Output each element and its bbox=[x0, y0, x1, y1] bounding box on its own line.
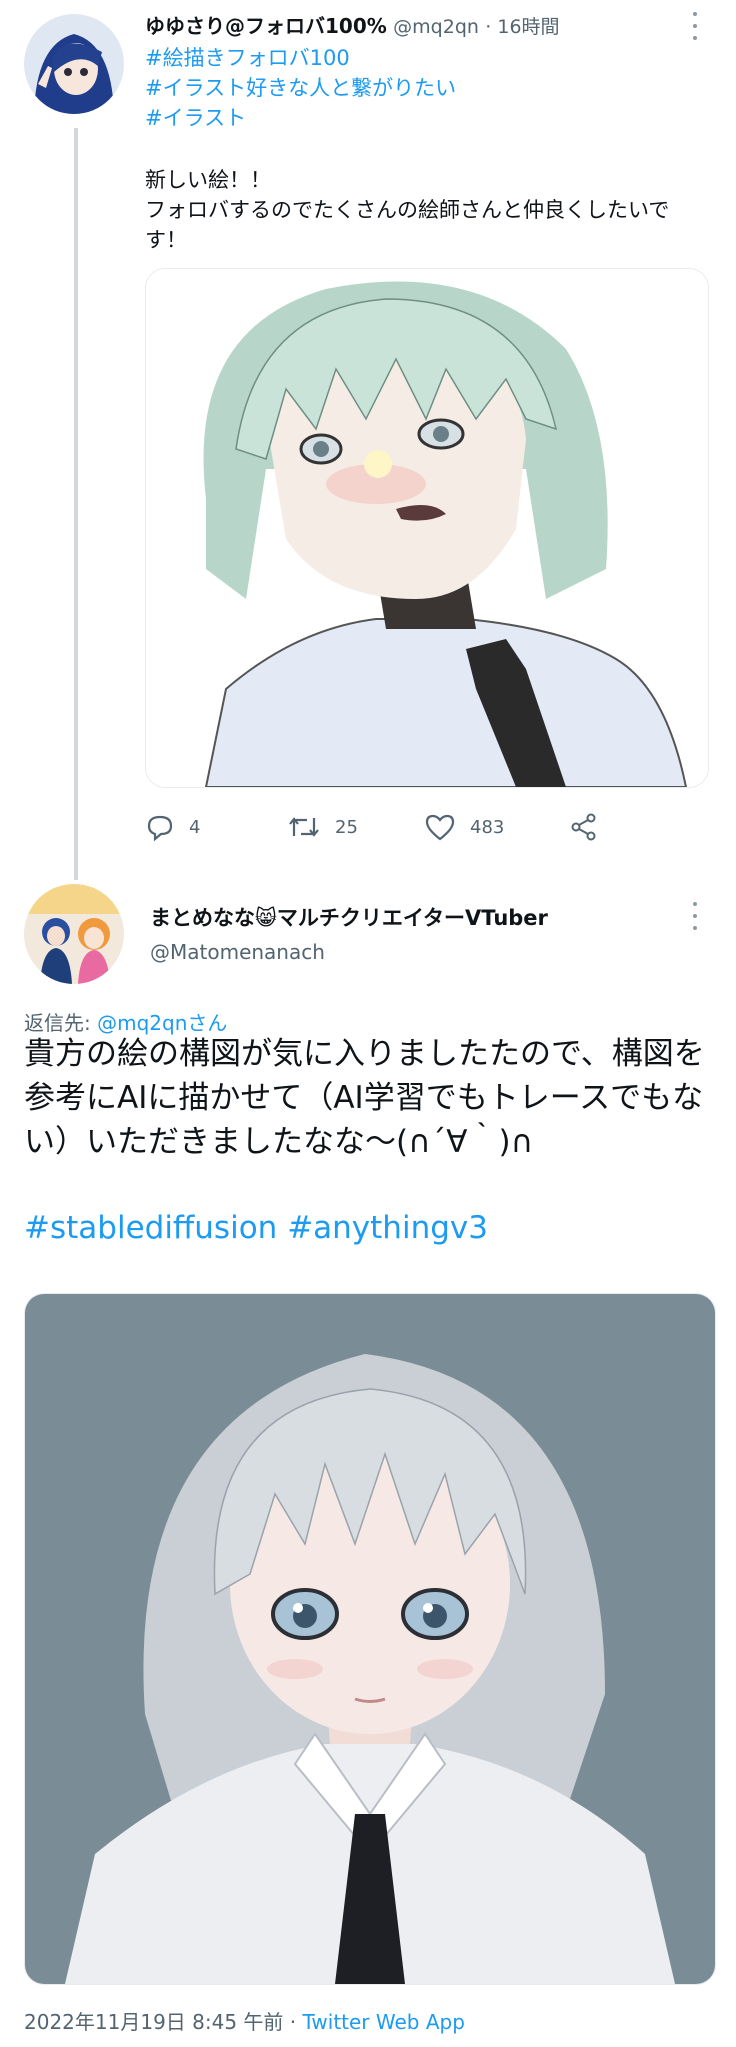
tweet1-illustration[interactable] bbox=[145, 268, 709, 788]
tweet2-display-name[interactable]: まとめなな😸マルチクリエイターVTuber bbox=[150, 902, 548, 932]
hashtag-link[interactable]: #イラスト好きな人と繋がりたい bbox=[145, 73, 456, 103]
reply-icon bbox=[147, 815, 173, 842]
tweet2-timestamp[interactable]: 2022年11月19日 8:45 午前 · bbox=[24, 2010, 303, 2034]
tweet1-display-name[interactable]: ゆゆさり@フォロバ100% bbox=[145, 14, 387, 38]
thread-connector-line bbox=[74, 128, 78, 880]
tweet1-action-bar: 4 25 483 bbox=[145, 812, 705, 848]
tweet1-text-line: 新しい絵！！ bbox=[145, 168, 271, 192]
avatar-matomenana[interactable] bbox=[24, 884, 124, 984]
tweet1-text: 新しい絵！！ フォロバするのでたくさんの絵師さんと仲良くしたいです！ bbox=[145, 165, 705, 255]
tweet1-handle[interactable]: @mq2qn bbox=[393, 16, 479, 38]
reply-button[interactable]: 4 bbox=[145, 812, 200, 842]
tweet2-source-link[interactable]: Twitter Web App bbox=[303, 2010, 465, 2034]
tweet2-hashtags: #stablediffusion #anythingv3 bbox=[24, 1210, 488, 1246]
more-dots-icon[interactable] bbox=[690, 12, 700, 40]
hashtag-link[interactable]: #イラスト bbox=[145, 103, 456, 133]
tweet2-handle[interactable]: @Matomenanach bbox=[150, 940, 325, 964]
heart-icon bbox=[425, 814, 455, 841]
reply-count: 4 bbox=[189, 816, 201, 838]
tweet2-ai-illustration[interactable] bbox=[24, 1293, 716, 1985]
tweet1-time[interactable]: · 16時間 bbox=[485, 16, 559, 38]
like-count: 483 bbox=[470, 816, 505, 838]
hashtag-link[interactable]: #anythingv3 bbox=[287, 1210, 488, 1246]
tweet2-footer: 2022年11月19日 8:45 午前 · Twitter Web App bbox=[24, 2006, 465, 2035]
more-dots-icon[interactable] bbox=[690, 902, 700, 930]
retweet-button[interactable]: 25 bbox=[287, 812, 358, 842]
share-button[interactable] bbox=[569, 812, 599, 842]
share-icon bbox=[571, 813, 596, 841]
tweet1-hashtags: #絵描きフォロバ100 #イラスト好きな人と繋がりたい #イラスト bbox=[145, 43, 456, 133]
hashtag-link[interactable]: #stablediffusion bbox=[24, 1210, 277, 1246]
retweet-icon bbox=[289, 817, 319, 837]
retweet-count: 25 bbox=[335, 816, 358, 838]
hashtag-link[interactable]: #絵描きフォロバ100 bbox=[145, 43, 456, 73]
tweet2-text: 貴方の絵の構図が気に入りましたたので、構図を参考にAIに描かせて（AI学習でもト… bbox=[24, 1036, 705, 1160]
tweet1-text-line: フォロバするのでたくさんの絵師さんと仲良くしたいです！ bbox=[145, 198, 670, 252]
like-button[interactable]: 483 bbox=[424, 812, 504, 842]
avatar-yuyusari[interactable] bbox=[24, 14, 124, 114]
tweet1-header: ゆゆさり@フォロバ100% @mq2qn · 16時間 bbox=[145, 12, 560, 41]
